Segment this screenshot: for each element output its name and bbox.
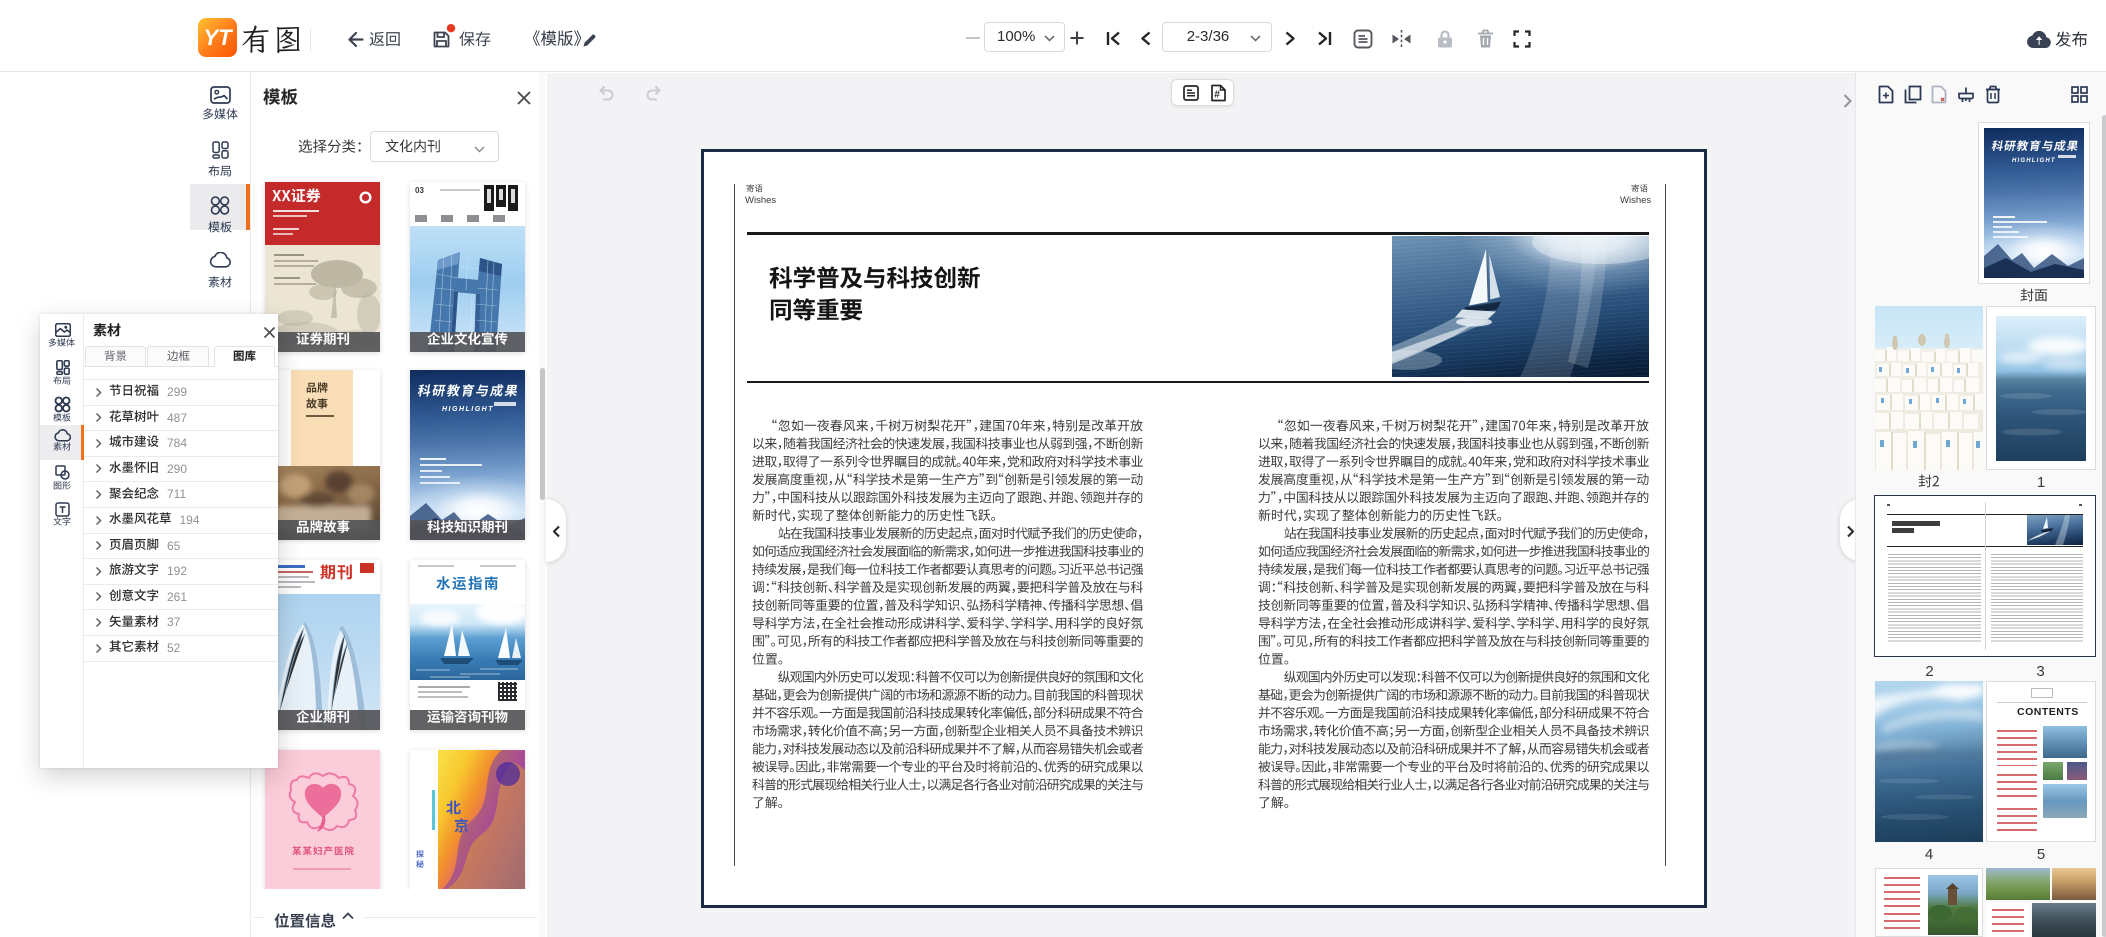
svg-text:#: # [1214, 90, 1220, 101]
